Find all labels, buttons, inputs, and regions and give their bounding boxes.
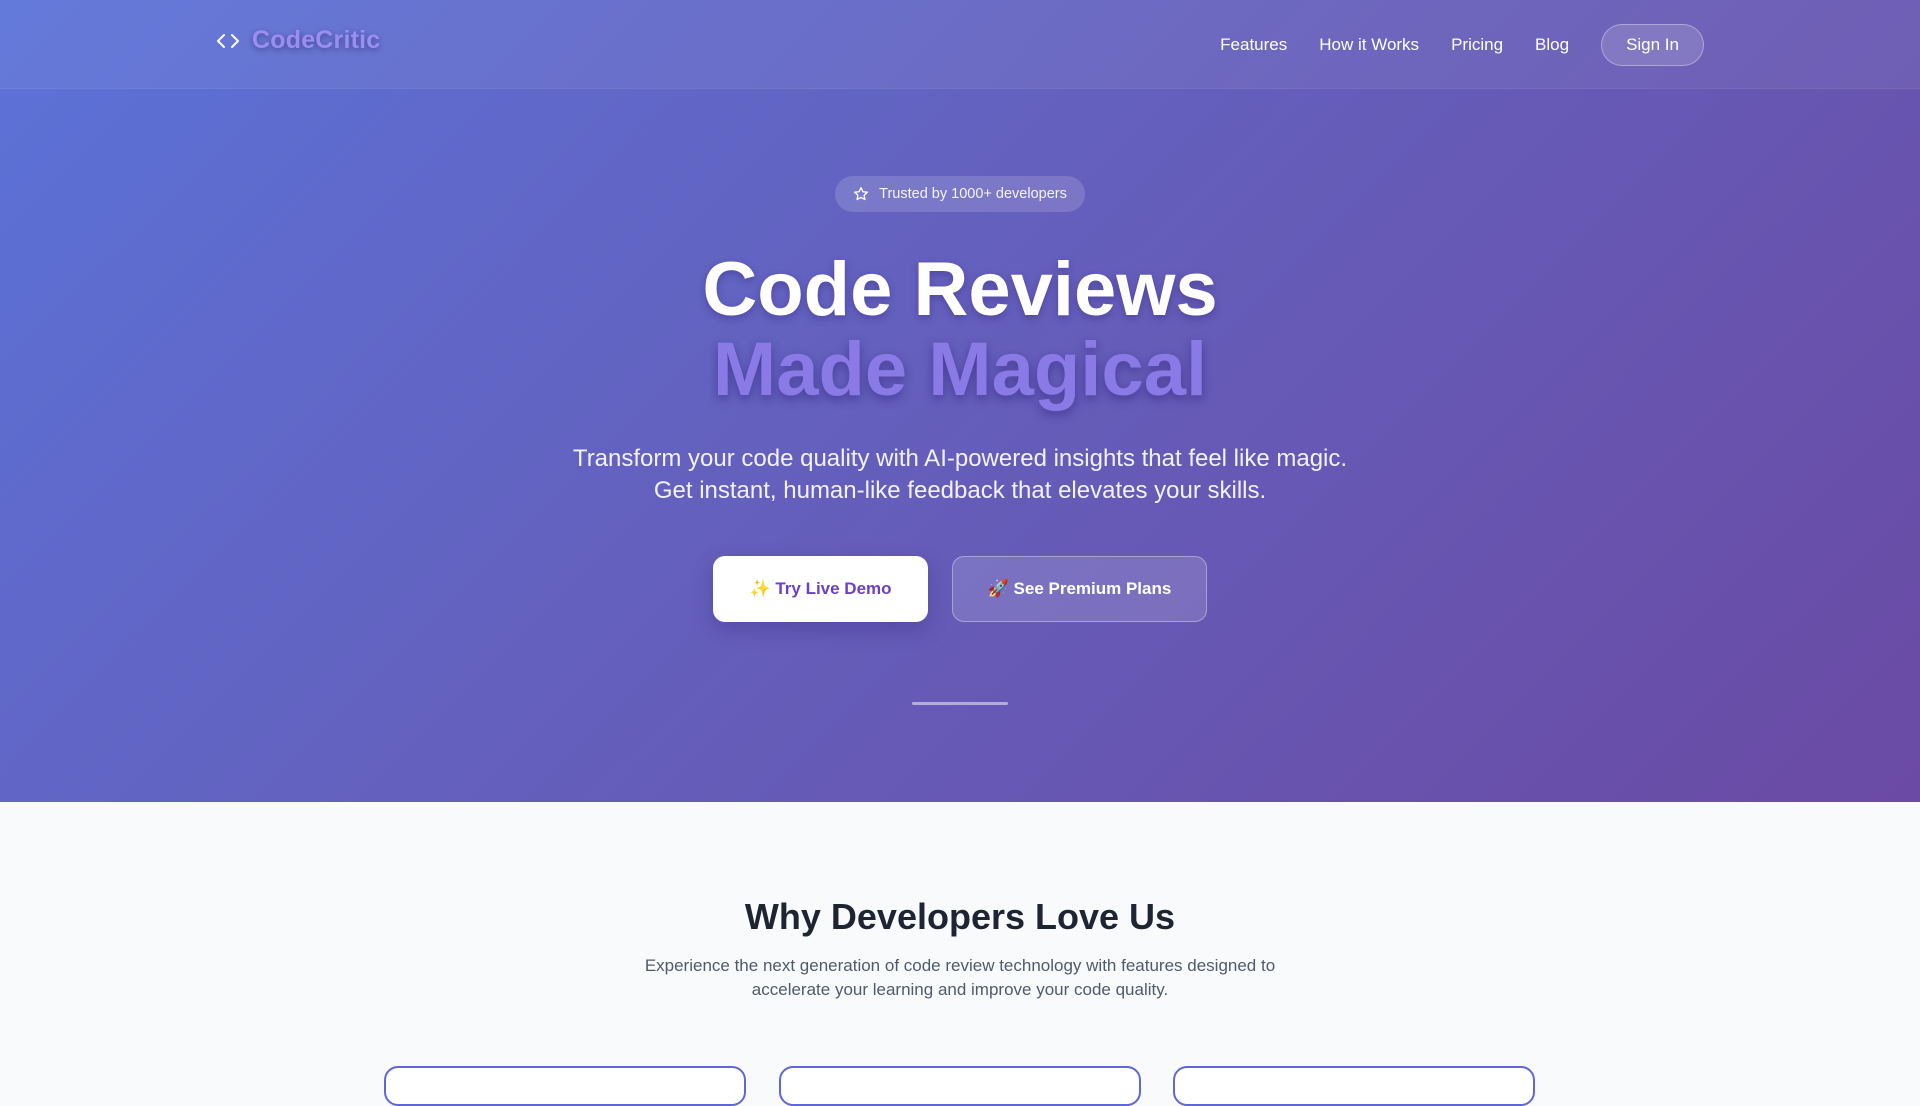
features-section-description: Experience the next generation of code r… (644, 956, 1276, 999)
nav-link-features[interactable]: Features (1220, 35, 1287, 55)
features-section-title: Why Developers Love Us (744, 896, 1176, 937)
top-navbar: CodeCritic Features How it Works Pricing… (0, 0, 1920, 89)
feature-card[interactable] (384, 1066, 746, 1106)
see-premium-plans-button[interactable]: 🚀 See Premium Plans (952, 556, 1207, 622)
trust-badge-text: Trusted by 1000+ developers (879, 186, 1067, 202)
hero-headline-line2: Made Magical (712, 327, 1208, 412)
brand-logo[interactable]: CodeCritic (216, 26, 380, 55)
hero-subtitle: Transform your code quality with AI-powe… (572, 445, 1348, 504)
hero-section: CodeCritic Features How it Works Pricing… (0, 0, 1920, 802)
star-icon (854, 187, 869, 201)
nav-link-blog[interactable]: Blog (1535, 35, 1569, 55)
nav-links: Features How it Works Pricing Blog Sign … (1220, 24, 1704, 66)
brand-name: CodeCritic (252, 26, 381, 54)
nav-link-how-it-works[interactable]: How it Works (1319, 35, 1419, 55)
scroll-indicator (912, 702, 1008, 705)
feature-card[interactable] (1173, 1066, 1535, 1106)
nav-link-pricing[interactable]: Pricing (1451, 35, 1503, 55)
try-live-demo-button[interactable]: ✨ Try Live Demo (713, 556, 928, 622)
feature-card[interactable] (779, 1066, 1141, 1106)
code-brackets-icon (217, 33, 239, 48)
trust-badge: Trusted by 1000+ developers (835, 176, 1085, 212)
hero-headline-line1: Code Reviews (702, 247, 1218, 332)
sign-in-button[interactable]: Sign In (1601, 24, 1704, 66)
